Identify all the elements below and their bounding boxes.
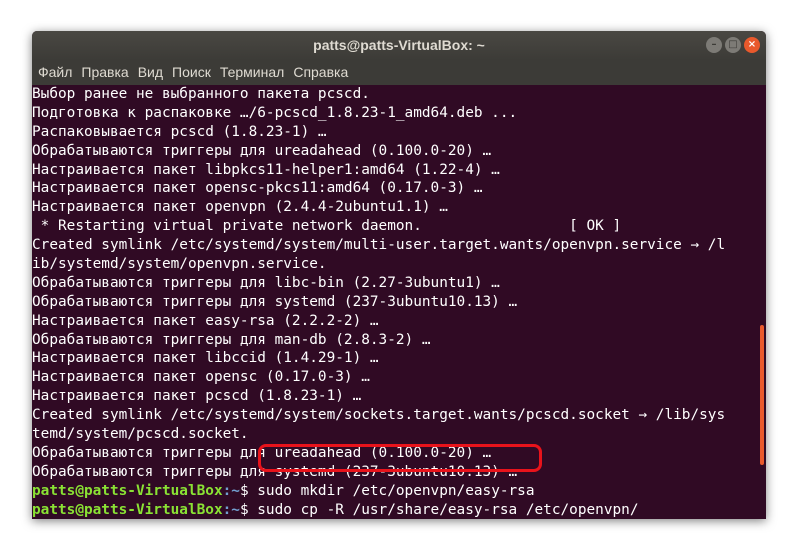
output-line: Обрабатываются триггеры для systemd (237…	[32, 293, 518, 310]
output-line: Обрабатываются триггеры для libc-bin (2.…	[32, 274, 500, 291]
output-line: Настраивается пакет opensc-pkcs11:amd64 …	[32, 180, 483, 197]
menu-help[interactable]: Справка	[293, 60, 348, 85]
menu-bar: Файл Правка Вид Поиск Терминал Справка	[32, 60, 766, 85]
output-line: Обрабатываются триггеры для ureadahead (…	[32, 142, 492, 159]
output-line: Created symlink /etc/systemd/system/sock…	[32, 407, 726, 424]
highlight-box	[258, 444, 542, 472]
prompt-path: :~	[222, 501, 240, 518]
output-line: Подготовка к распаковке …/6-pcscd_1.8.23…	[32, 104, 518, 121]
prompt-line: patts@patts-VirtualBox:~$ sudo cp -R /us…	[32, 501, 766, 519]
window-title: patts@patts-VirtualBox: ~	[313, 37, 485, 53]
menu-edit[interactable]: Правка	[81, 60, 128, 85]
prompt-sign: $	[239, 482, 258, 499]
output-line: Выбор ранее не выбранного пакета pcscd.	[32, 86, 370, 102]
prompt-user: patts@patts-VirtualBox	[32, 482, 223, 499]
output-line: ib/systemd/system/openvpn.service.	[32, 256, 327, 273]
menu-search[interactable]: Поиск	[172, 60, 211, 85]
close-icon[interactable]: ×	[744, 37, 760, 53]
output-line: temd/system/pcscd.socket.	[32, 426, 249, 443]
output-line: Created symlink /etc/systemd/system/mult…	[32, 237, 726, 254]
output-line: Обрабатываются триггеры для man-db (2.8.…	[32, 331, 431, 348]
minimize-icon[interactable]: –	[706, 37, 722, 53]
scrollbar[interactable]	[760, 325, 764, 465]
prompt-user: patts@patts-VirtualBox	[32, 501, 223, 518]
output-line: Настраивается пакет libccid (1.4.29-1) …	[32, 350, 379, 367]
command: sudo cp -R /usr/share/easy-rsa /etc/open…	[257, 501, 639, 518]
command: sudo mkdir /etc/openvpn/easy-rsa	[257, 482, 535, 499]
prompt-path: :~	[222, 482, 240, 499]
output-line: Настраивается пакет easy-rsa (2.2.2-2) …	[32, 312, 379, 329]
output-line: Настраивается пакет opensc (0.17.0-3) …	[32, 369, 370, 386]
prompt-line: patts@patts-VirtualBox:~$ sudo mkdir /et…	[32, 482, 766, 501]
output-line: Распаковывается pcscd (1.8.23-1) …	[32, 123, 327, 140]
output-line: Настраивается пакет openvpn (2.4.4-2ubun…	[32, 199, 448, 216]
output-line: Настраивается пакет libpkcs11-helper1:am…	[32, 161, 500, 178]
output-line: Настраивается пакет pcscd (1.8.23-1) …	[32, 388, 362, 405]
output-line: * Restarting virtual private network dae…	[32, 218, 622, 235]
menu-file[interactable]: Файл	[38, 60, 72, 85]
title-bar: patts@patts-VirtualBox: ~ – □ ×	[32, 31, 766, 60]
menu-terminal[interactable]: Терминал	[220, 60, 284, 85]
terminal-window: patts@patts-VirtualBox: ~ – □ × Файл Пра…	[32, 31, 766, 519]
prompt-sign: $	[239, 501, 258, 518]
maximize-icon[interactable]: □	[725, 37, 741, 53]
menu-view[interactable]: Вид	[138, 60, 163, 85]
